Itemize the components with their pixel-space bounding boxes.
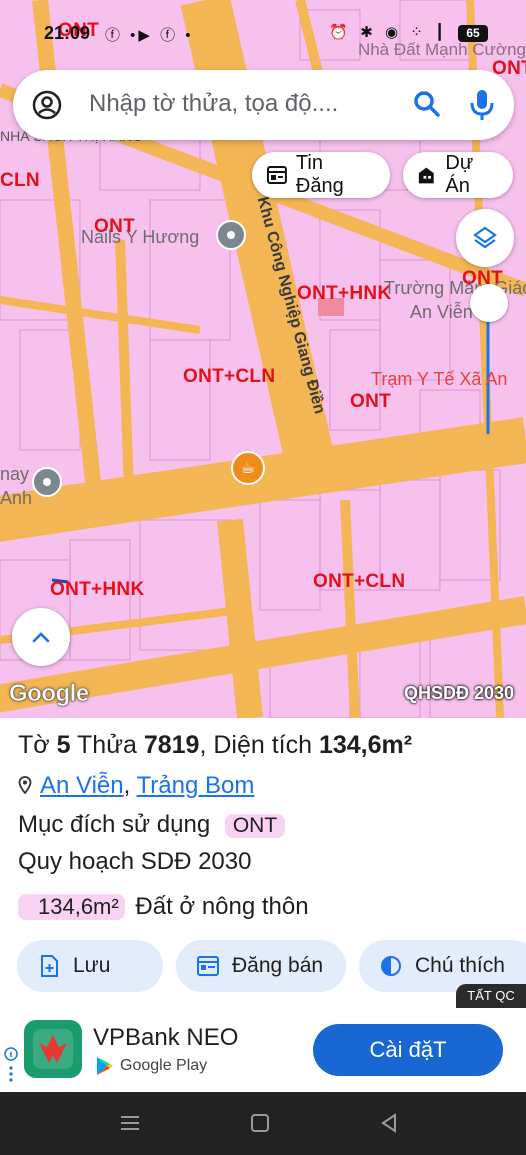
zone-label: ONT+HNK bbox=[297, 283, 392, 304]
list-icon bbox=[266, 166, 287, 184]
place-label-clinic: Trạm Y Tế Xã An bbox=[371, 369, 508, 389]
zone-label: CLN bbox=[0, 170, 40, 191]
listings-chip-label: Tin Đăng bbox=[295, 152, 344, 197]
chevron-up-icon bbox=[32, 632, 50, 643]
google-logo: Google bbox=[9, 680, 90, 708]
save-button-label: Lưu bbox=[73, 954, 111, 977]
place-pin-icon[interactable] bbox=[32, 467, 62, 497]
status-time: 21:09 bbox=[44, 23, 91, 43]
land-use-label: Mục đích sử dụng bbox=[18, 811, 211, 838]
district-link[interactable]: Trảng Bom bbox=[137, 772, 255, 799]
notification-icons: ⓕ •▶ ⓕ • bbox=[105, 27, 194, 44]
account-icon[interactable] bbox=[31, 89, 63, 121]
search-bar[interactable]: Nhập tờ thửa, tọa độ.... bbox=[13, 70, 514, 140]
zone-label: ONT+CLN bbox=[183, 366, 276, 387]
app-icon bbox=[24, 1020, 82, 1078]
cafe-pin-icon[interactable]: ☕ bbox=[231, 451, 265, 485]
ad-store-label: Google Play bbox=[120, 1057, 208, 1074]
place-label-nay: nay bbox=[0, 464, 30, 484]
mic-icon[interactable] bbox=[468, 88, 496, 122]
google-play-icon bbox=[97, 1057, 113, 1075]
plot-label: Thửa bbox=[77, 731, 137, 759]
search-icon[interactable] bbox=[411, 88, 443, 120]
zone-label: ONT+CLN bbox=[313, 571, 406, 592]
zone-label: ONT+HNK bbox=[50, 579, 145, 600]
plan-layer-badge: QHSDĐ 2030 bbox=[403, 683, 514, 703]
layers-button[interactable] bbox=[456, 209, 514, 267]
home-icon[interactable] bbox=[249, 1112, 271, 1134]
post-for-sale-button[interactable]: Đăng bán bbox=[176, 940, 346, 992]
plan-row: 134,6m² Đất ở nông thôn bbox=[18, 893, 309, 921]
projects-chip-label: Dự Án bbox=[445, 152, 474, 197]
ad-banner[interactable]: VPBank NEO Google Play Cài đặT bbox=[0, 1008, 526, 1092]
add-file-icon bbox=[41, 955, 58, 977]
vpbank-logo-icon bbox=[33, 1029, 73, 1069]
ad-store: Google Play bbox=[96, 1056, 207, 1076]
save-button[interactable]: Lưu bbox=[17, 940, 163, 992]
search-input[interactable]: Nhập tờ thửa, tọa độ.... bbox=[89, 90, 338, 118]
listings-chip[interactable]: Tin Đăng bbox=[252, 152, 390, 198]
ad-info-icon[interactable] bbox=[4, 1046, 18, 1086]
land-use-row: Mục đích sử dụng ONT bbox=[18, 811, 286, 839]
ad-app-name: VPBank NEO bbox=[93, 1024, 239, 1051]
watermark: Nhà Đất Mạnh Cường bbox=[357, 40, 526, 59]
menu-icon[interactable] bbox=[119, 1112, 141, 1134]
parcel-title: Tờ 5 Thửa 7819, Diện tích 134,6m² bbox=[18, 731, 412, 760]
commune-link[interactable]: An Viễn bbox=[40, 772, 124, 799]
sheet-label: Tờ bbox=[18, 731, 50, 759]
projects-chip[interactable]: Dự Án bbox=[403, 152, 513, 198]
post-button-label: Đăng bán bbox=[232, 954, 324, 977]
map-view[interactable]: CLN ONT ONT+HNK ONT+CLN ONT ONT+HNK ONT+… bbox=[0, 0, 526, 718]
area-label: , Diện tích bbox=[199, 731, 312, 759]
plan-use-text: Đất ở nông thôn bbox=[135, 893, 309, 920]
install-button[interactable]: Cài đặT bbox=[313, 1024, 503, 1076]
system-icons: ⏰ ✱ ◉ ⁘ ┃ bbox=[329, 24, 448, 41]
expand-panel-button[interactable] bbox=[12, 608, 70, 666]
land-use-badge: ONT bbox=[224, 814, 286, 838]
plan-label: Quy hoạch SDĐ 2030 bbox=[18, 848, 252, 875]
place-label-nails: Nails Y Hương bbox=[81, 227, 200, 247]
area-value: 134,6m² bbox=[318, 731, 413, 759]
layers-icon bbox=[473, 226, 497, 249]
location-separator: , bbox=[123, 772, 131, 799]
plot-number: 7819 bbox=[143, 731, 200, 759]
opacity-slider-handle[interactable] bbox=[470, 284, 508, 322]
place-label-anh: Anh bbox=[0, 488, 33, 508]
back-icon[interactable] bbox=[378, 1112, 400, 1134]
buildings-icon bbox=[418, 167, 434, 184]
list-icon bbox=[197, 956, 219, 976]
parcel-location: An Viễn, Trảng Bom bbox=[18, 772, 254, 800]
sheet-number: 5 bbox=[56, 731, 71, 759]
location-pin-icon bbox=[18, 776, 32, 795]
plan-area-badge: 134,6m² bbox=[18, 894, 125, 920]
contrast-icon bbox=[381, 956, 401, 976]
place-pin-icon[interactable] bbox=[216, 220, 246, 250]
system-nav-bar bbox=[0, 1092, 526, 1155]
zone-label: ONT bbox=[350, 391, 392, 412]
legend-button-label: Chú thích bbox=[415, 954, 505, 977]
close-ad-button[interactable]: TẤT QC bbox=[456, 984, 526, 1008]
